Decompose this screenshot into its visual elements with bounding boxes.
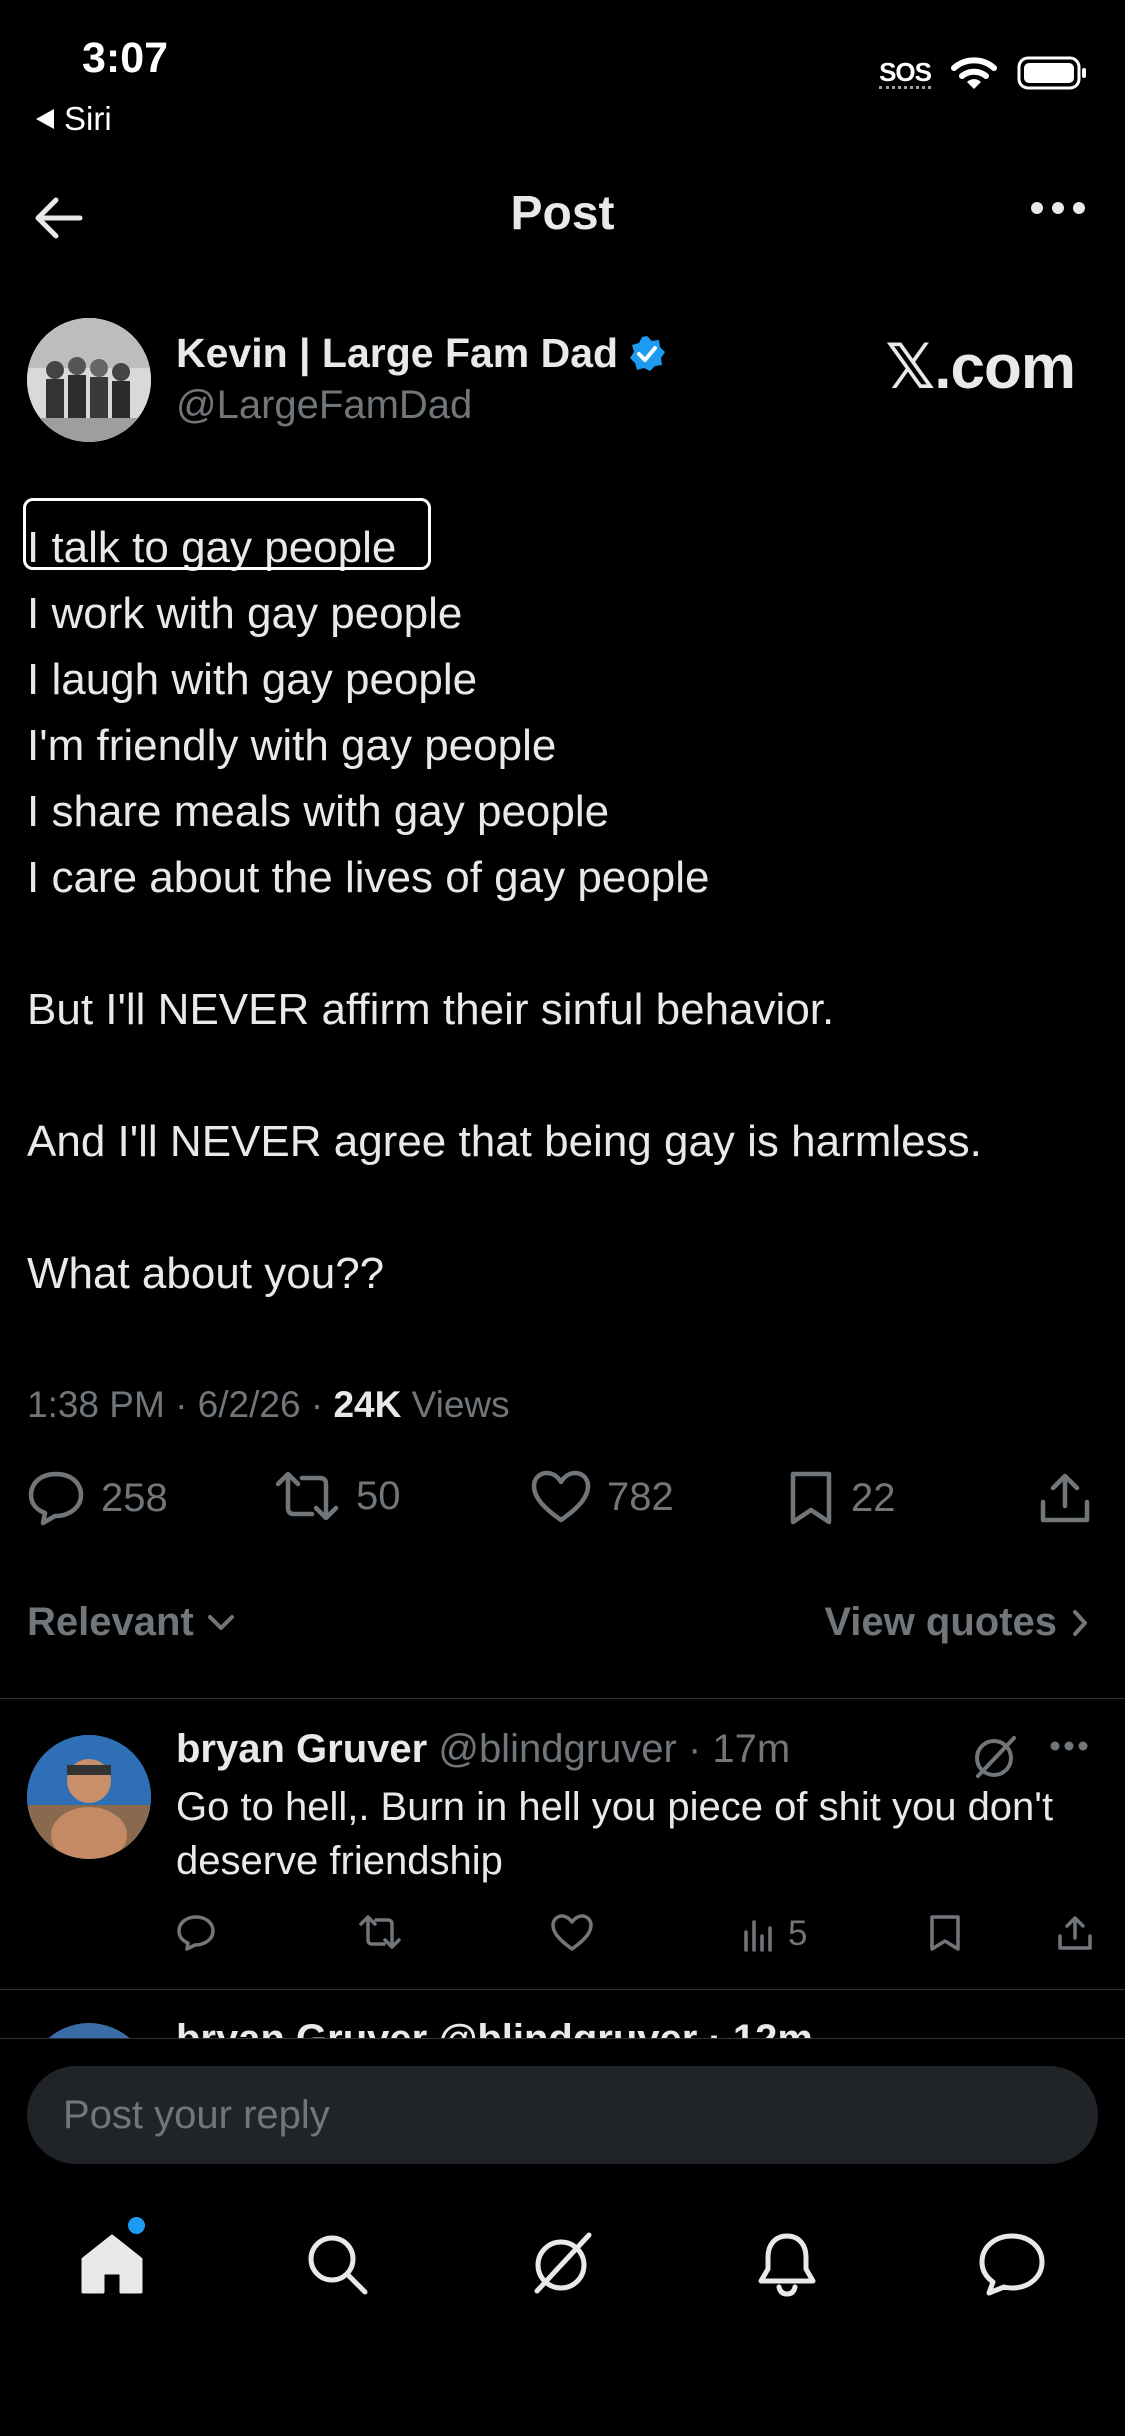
back-triangle-icon [36,109,54,129]
reply-icon [27,1470,85,1526]
grok-icon[interactable] [970,1732,1020,1782]
wifi-icon [951,56,997,90]
repost-button[interactable]: 50 [274,1470,401,1522]
reply-repost-button[interactable] [358,1914,402,1950]
tab-messages[interactable] [972,2224,1052,2304]
reply-author-name[interactable]: bryan Gruver [176,1727,427,1771]
reply-count: 258 [101,1475,168,1520]
next-reply-header: bryan Gruver @blindgruver · 12m [176,2017,813,2039]
sort-relevant-dropdown[interactable]: Relevant [27,1600,236,1645]
post-timestamp: 1:38 PM · 6/2/26 · [27,1384,334,1425]
battery-icon [1017,56,1087,90]
post-line: I laugh with gay people [27,655,478,704]
post-line: I care about the lives of gay people [27,853,710,902]
author-name-text: Kevin | Large Fam Dad [176,330,619,376]
back-to-siri[interactable]: Siri [36,100,112,138]
sort-label: Relevant [27,1600,194,1644]
views-label: Views [401,1384,510,1425]
post-line: But I'll NEVER affirm their sinful behav… [27,985,835,1034]
tab-search[interactable] [297,2224,377,2304]
bookmark-count: 22 [851,1475,896,1520]
highlight-box [23,498,431,570]
like-icon [551,1914,593,1952]
notifications-icon [756,2231,818,2297]
author-handle[interactable]: @LargeFamDad [176,383,472,428]
reply-actions: 5 [176,1914,1096,1964]
view-quotes-link[interactable]: View quotes [824,1600,1089,1645]
post-line: What about you?? [27,1249,385,1298]
home-icon [80,2233,144,2295]
like-icon [531,1470,591,1524]
status-time: 3:07 [82,34,169,82]
view-quotes-label: View quotes [824,1600,1057,1644]
next-reply-peek[interactable]: bryan Gruver @blindgruver · 12m [0,2015,1125,2039]
next-reply-avatar [27,2023,151,2039]
post-line: I share meals with gay people [27,787,610,836]
reply-text: Go to hell,. Burn in hell you piece of s… [176,1785,1054,1883]
tab-grok[interactable] [522,2224,602,2304]
reply-input[interactable] [27,2066,1098,2164]
tab-home[interactable] [72,2224,152,2304]
chevron-down-icon [206,1613,236,1633]
reply-more-icon[interactable] [1049,1740,1089,1752]
post-line: I'm friendly with gay people [27,721,557,770]
grok-icon [527,2229,597,2299]
like-count: 782 [607,1474,674,1519]
share-icon [1037,1470,1093,1526]
reply-handle-time: @blindgruver · 17m [427,1727,791,1771]
post-line: I work with gay people [27,589,463,638]
post-actions: 258 50 782 22 [27,1470,1095,1540]
author-name[interactable]: Kevin | Large Fam Dad [176,330,666,377]
bookmark-icon [928,1914,962,1952]
share-button[interactable] [1037,1470,1093,1526]
home-notification-dot [128,2217,145,2234]
status-icons: SOS [879,56,1087,90]
repost-icon [358,1914,402,1950]
post-line: I talk to gay people [23,498,1097,581]
verified-icon [628,335,666,373]
reply-like-button[interactable] [551,1914,593,1952]
reply-reply-button[interactable] [176,1914,216,1952]
reply-views-button[interactable]: 5 [742,1914,807,1954]
chevron-right-icon [1071,1608,1089,1638]
page-title: Post [510,187,615,240]
like-button[interactable]: 782 [531,1470,674,1524]
divider [0,1698,1125,1699]
search-icon [305,2232,369,2296]
author-avatar[interactable] [27,318,151,442]
bookmark-button[interactable]: 22 [787,1470,896,1526]
post-meta: 1:38 PM · 6/2/26 · 24K Views [27,1384,510,1426]
share-icon [1056,1914,1094,1952]
reply-views-count: 5 [788,1914,808,1953]
messages-icon [978,2232,1046,2296]
reply-bookmark-button[interactable] [928,1914,962,1952]
next-reply-header-text: bryan Gruver @blindgruver · 12m [176,2017,813,2039]
bookmark-icon [787,1470,835,1526]
divider [0,1989,1125,1990]
reply-header: bryan Gruver @blindgruver · 17m [176,1727,790,1772]
post-line: And I'll NEVER agree that being gay is h… [27,1117,982,1166]
sos-indicator: SOS [879,56,932,89]
views-count[interactable]: 24K [333,1384,401,1425]
repost-icon [274,1470,340,1522]
reply-avatar[interactable] [27,1735,151,1859]
post-text: I talk to gay people I work with gay peo… [23,498,1097,1307]
repost-count: 50 [356,1473,401,1518]
more-options-icon[interactable] [1029,200,1087,216]
tab-notifications[interactable] [747,2224,827,2304]
views-icon [742,1916,778,1952]
reply-share-button[interactable] [1056,1914,1094,1952]
x-dotcom-watermark: 𝕏.com [885,333,1076,402]
reply-button[interactable]: 258 [27,1470,168,1526]
back-to-siri-label: Siri [64,100,112,137]
reply-icon [176,1914,216,1952]
